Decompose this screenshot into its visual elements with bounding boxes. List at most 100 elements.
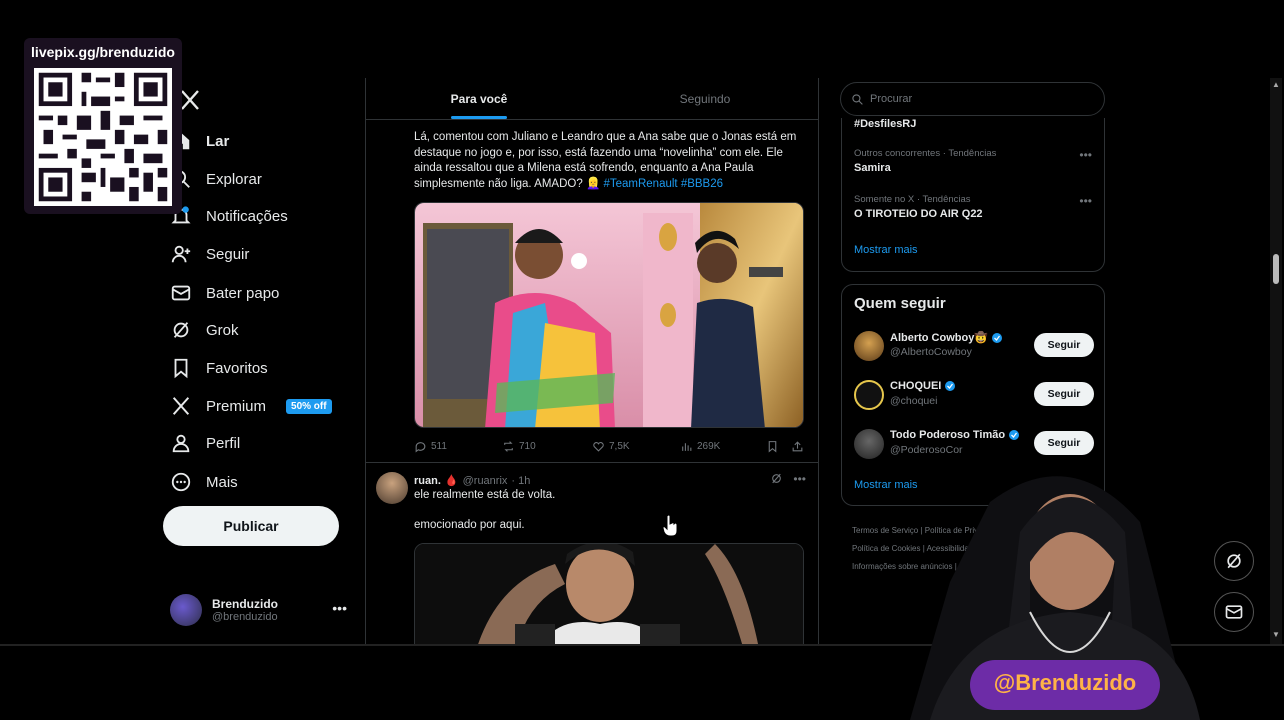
suggestion-handle: @AlbertoCowboy: [890, 346, 972, 358]
suggestion-handle: @choquei: [890, 395, 938, 407]
who-to-follow-title: Quem seguir: [854, 295, 946, 312]
reply-action[interactable]: 511: [414, 440, 502, 453]
author-handle[interactable]: @ruanrix: [463, 475, 508, 487]
post-hashtags[interactable]: #TeamRenault #BBB26: [603, 178, 723, 190]
avatar: [854, 429, 884, 459]
author-emoji: 🩸: [444, 475, 459, 487]
more-dots-icon[interactable]: •••: [793, 472, 806, 486]
account-switcher[interactable]: Brenduzido @brenduzido •••: [170, 588, 355, 632]
follow-icon: [171, 245, 191, 263]
x-icon: [172, 397, 190, 415]
like-action[interactable]: 7,5K: [592, 440, 680, 453]
nav-item-notifications[interactable]: Notificações: [170, 198, 288, 234]
like-count: 7,5K: [609, 440, 630, 452]
nav-item-more[interactable]: Mais: [170, 464, 238, 500]
mail-icon: [1225, 605, 1243, 619]
qr-label: livepix.gg/brenduzido: [31, 44, 175, 60]
verified-badge-icon: [1009, 430, 1020, 440]
follow-suggestion[interactable]: CHOQUEI @choquei Seguir: [854, 378, 1094, 414]
more-dots-icon[interactable]: •••: [332, 600, 347, 616]
verified-badge-icon: [945, 381, 956, 391]
bbb-scene-image: [415, 203, 803, 427]
trend-item[interactable]: Outros concorrentes · Tendências Samira: [854, 148, 996, 174]
nav-label-explore: Explorar: [206, 170, 262, 188]
reply-icon: [415, 441, 426, 452]
scrollbar-thumb[interactable]: [1273, 254, 1279, 284]
nav-label-premium: Premium: [206, 397, 267, 415]
nav-label-notifications: Notificações: [206, 207, 288, 225]
post-time[interactable]: · 1h: [511, 475, 530, 487]
trend-context: Somente no X · Tendências: [854, 194, 971, 205]
publish-button[interactable]: Publicar: [163, 506, 339, 546]
heart-icon: [593, 441, 604, 452]
scrollbar[interactable]: ▲ ▼: [1270, 78, 1282, 644]
person-icon: [172, 434, 190, 453]
suggestion-handle: @PoderosoCor: [890, 444, 963, 456]
post-media-image[interactable]: [414, 202, 804, 428]
views-action[interactable]: 269K: [680, 440, 764, 453]
follow-button[interactable]: Seguir: [1034, 333, 1094, 357]
streamer-webcam: @Brenduzido: [890, 462, 1220, 720]
mail-icon: [171, 285, 191, 301]
avatar: [170, 594, 202, 626]
bookmark-icon[interactable]: [766, 440, 779, 453]
trend-item[interactable]: #DesfilesRJ: [854, 115, 916, 130]
nav-label-follow: Seguir: [206, 245, 250, 263]
hand-cursor-icon: [662, 514, 678, 537]
follow-button[interactable]: Seguir: [1034, 431, 1094, 455]
nav-item-grok[interactable]: Grok: [170, 312, 239, 348]
trend-context: Outros concorrentes · Tendências: [854, 148, 997, 159]
nav-label-chat: Bater papo: [206, 284, 280, 302]
grok-float-button[interactable]: [1214, 541, 1254, 581]
timeline-tabs: Para você Seguindo: [366, 78, 818, 120]
bookmark-icon: [174, 358, 188, 379]
grok-icon[interactable]: [770, 472, 783, 485]
left-navigation: Lar Explorar Notificações Seguir Bater p…: [160, 78, 365, 644]
suggestion-name: Alberto Cowboy🤠: [890, 331, 1003, 344]
post-media-image[interactable]: [414, 543, 804, 644]
messages-float-button[interactable]: [1214, 592, 1254, 632]
share-icon[interactable]: [791, 440, 804, 453]
tab-for-you[interactable]: Para você: [366, 78, 592, 119]
follow-button[interactable]: Seguir: [1034, 382, 1094, 406]
show-more-link[interactable]: Mostrar mais: [854, 244, 918, 256]
trends-panel: #DesfilesRJ Outros concorrentes · Tendên…: [841, 118, 1105, 272]
scroll-down-arrow-icon[interactable]: ▼: [1272, 630, 1280, 639]
chart-icon: [682, 442, 692, 451]
reply-count: 511: [431, 440, 447, 452]
follow-suggestion[interactable]: Alberto Cowboy🤠 @AlbertoCowboy Seguir: [854, 329, 1094, 365]
trend-title: O TIROTEIO DO AIR Q22: [854, 208, 983, 220]
more-dots-icon[interactable]: •••: [1079, 148, 1092, 162]
search-input[interactable]: Procurar: [840, 82, 1105, 116]
grok-icon: [173, 322, 189, 338]
nav-label-more: Mais: [206, 473, 238, 491]
trend-item[interactable]: Somente no X · Tendências O TIROTEIO DO …: [854, 194, 983, 220]
more-dots-icon[interactable]: •••: [1079, 194, 1092, 208]
account-name: Brenduzido: [212, 597, 278, 611]
post-actions: 511 710 7,5K 269K: [414, 436, 804, 456]
author-name[interactable]: ruan.: [414, 475, 441, 487]
repost-count: 710: [519, 440, 536, 452]
nav-item-profile[interactable]: Perfil: [170, 425, 240, 461]
nav-item-follow[interactable]: Seguir: [170, 236, 249, 272]
post-separator: [366, 462, 818, 463]
trend-title: #DesfilesRJ: [854, 118, 917, 130]
timeline: Para você Seguindo Lá, comentou com Juli…: [366, 78, 818, 644]
avatar[interactable]: [376, 472, 408, 504]
nav-item-premium[interactable]: Premium 50% off: [170, 388, 332, 424]
livepix-qr-overlay: livepix.gg/brenduzido: [24, 38, 182, 214]
nav-label-bookmarks: Favoritos: [206, 359, 268, 377]
repost-action[interactable]: 710: [502, 440, 592, 453]
follow-suggestion[interactable]: Todo Poderoso Timão @PoderosoCor Seguir: [854, 427, 1094, 463]
nav-item-explore[interactable]: Explorar: [170, 161, 262, 197]
bookmark-share-group: [766, 440, 804, 453]
repost-icon: [504, 440, 513, 452]
post-header: ruan. 🩸 @ruanrix · 1h: [414, 474, 530, 488]
nav-item-bookmarks[interactable]: Favoritos: [170, 350, 268, 386]
qr-code: [34, 68, 172, 206]
avatar: [854, 380, 884, 410]
tab-following[interactable]: Seguindo: [592, 78, 818, 119]
nav-item-chat[interactable]: Bater papo: [170, 275, 279, 311]
post-text-line: emocionado por aqui.: [414, 519, 525, 531]
scroll-up-arrow-icon[interactable]: ▲: [1272, 80, 1280, 89]
